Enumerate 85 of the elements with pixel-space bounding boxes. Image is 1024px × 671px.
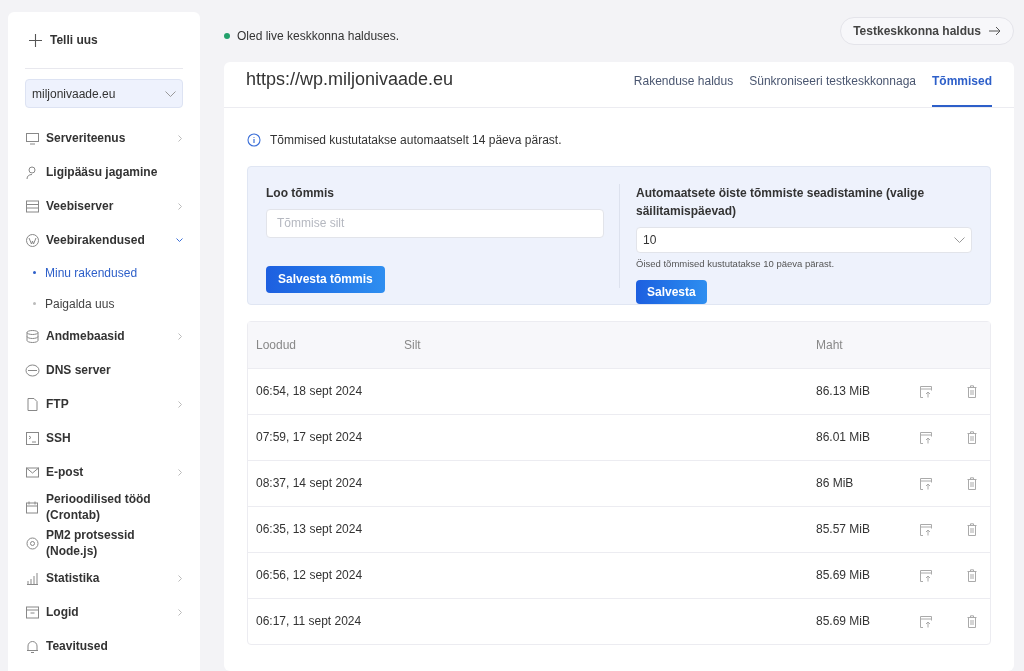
table-cell: 86.01 MiB: [816, 430, 871, 445]
server-icon: [25, 198, 40, 214]
info-text: Tõmmised kustutatakse automaatselt 14 päeva pärast.: [270, 131, 562, 149]
restore-icon[interactable]: [919, 384, 933, 398]
trash-icon[interactable]: [967, 522, 977, 536]
sidebar-item[interactable]: PM2 protsessid (Node.js): [25, 525, 183, 561]
sidebar-item[interactable]: Statistika: [25, 561, 183, 595]
order-button[interactable]: Telli uus: [25, 28, 102, 52]
chevron-right-icon: [178, 332, 183, 340]
label-input-field[interactable]: Tõmmise silt: [266, 208, 604, 238]
table-cell: 08:37, 14 sept 2024: [256, 476, 363, 491]
monitor-icon: [25, 130, 40, 146]
trash-icon[interactable]: [967, 384, 977, 398]
chevron-right-icon: [178, 608, 183, 616]
chevron-right-icon: [178, 574, 183, 582]
app-url-title: https://wp.miljonivaade.eu: [246, 67, 454, 91]
plus-icon: [29, 33, 42, 47]
table-cell: 06:56, 12 sept 2024: [256, 568, 363, 583]
sidebar-item[interactable]: FTP: [25, 387, 183, 421]
chevron-right-icon: [178, 202, 183, 210]
table-cell: 07:59, 17 sept 2024: [256, 430, 363, 445]
bullet-icon: [33, 271, 36, 274]
bell-icon: [25, 638, 40, 654]
table-cell: 85.69 MiB: [816, 614, 871, 629]
table-cell: 86 MiB: [816, 476, 854, 491]
save-backup-button[interactable]: Salvesta tõmmis: [266, 265, 385, 293]
file-icon: [25, 396, 40, 412]
chevron-right-icon: [178, 468, 183, 476]
sidebar-item[interactable]: Ligipääsu jagamine: [25, 155, 183, 189]
chevron-down-icon: [954, 236, 965, 243]
bar-chart-icon: [25, 570, 40, 586]
form-label: Loo tõmmis: [266, 184, 335, 202]
sidebar-item[interactable]: Teavitused: [25, 629, 183, 663]
envelope-icon: [25, 464, 40, 480]
terminal-icon: [25, 430, 40, 446]
sidebar-item[interactable]: E-post: [25, 455, 183, 489]
chevron-right-icon: [178, 134, 183, 142]
sidebar-item[interactable]: Andmebaasid: [25, 319, 183, 353]
sidebar-item[interactable]: Perioodilised tööd (Crontab): [25, 489, 183, 525]
submenu-item[interactable]: Paigalda uus: [45, 294, 115, 313]
trash-icon[interactable]: [967, 614, 977, 628]
table-cell: 86.13 MiB: [816, 384, 871, 399]
column-header: Maht: [816, 337, 843, 352]
trash-icon[interactable]: [967, 476, 977, 490]
sidebar-item[interactable]: Veebiserver: [25, 189, 183, 223]
database-icon: [25, 328, 40, 344]
column-header: Loodud: [256, 337, 297, 352]
restore-icon[interactable]: [919, 430, 933, 444]
table-cell: 06:35, 13 sept 2024: [256, 522, 363, 537]
column-header: Silt: [404, 337, 421, 352]
restore-icon[interactable]: [919, 476, 933, 490]
wordpress-icon: [25, 232, 40, 248]
arrow-right-icon: [989, 25, 1001, 36]
retention-days-select[interactable]: 10: [636, 226, 972, 253]
restore-icon[interactable]: [919, 522, 933, 536]
sidebar-item[interactable]: Veebirakendused: [25, 223, 183, 257]
table-cell: 06:17, 11 sept 2024: [256, 614, 362, 629]
form-label: Automaatsete öiste tõmmiste seadistamine (valige säilitamispäevad): [636, 184, 926, 220]
archive-icon: [25, 604, 40, 620]
status-text: Oled live keskkonna halduses.: [237, 27, 400, 45]
info-icon: [247, 132, 261, 147]
hint-text: Öised tõmmised kustutatakse 10 päeva pärast.: [636, 256, 836, 271]
tab[interactable]: Rakenduse haldus: [633, 71, 734, 107]
domain-select[interactable]: miljonivaade.eu: [25, 79, 183, 108]
tab[interactable]: Tõmmised: [932, 71, 992, 107]
tab[interactable]: Sünkroniseeri testkeskkonnaga: [749, 71, 916, 107]
restore-icon[interactable]: [919, 614, 933, 628]
calendar-icon: [25, 499, 40, 515]
chevron-right-icon: [178, 400, 183, 408]
chevron-down-icon: [165, 90, 176, 97]
submenu-item[interactable]: Minu rakendused: [45, 263, 138, 282]
test-environment-button[interactable]: Testkeskkonna haldus: [840, 16, 1014, 45]
trash-icon[interactable]: [967, 568, 977, 582]
table-cell: 85.69 MiB: [816, 568, 871, 583]
sidebar-item[interactable]: DNS server: [25, 353, 183, 387]
table-cell: 85.57 MiB: [816, 522, 871, 537]
bullet-icon: [33, 302, 36, 305]
sidebar-item[interactable]: SSH: [25, 421, 183, 455]
trash-icon[interactable]: [967, 430, 977, 444]
chevron-down-icon: [176, 237, 183, 243]
sidebar-item[interactable]: Logid: [25, 595, 183, 629]
table-cell: 06:54, 18 sept 2024: [256, 384, 363, 399]
save-button[interactable]: Salvesta: [636, 280, 707, 304]
sidebar-item[interactable]: Serveriteenus: [25, 121, 183, 155]
restore-icon[interactable]: [919, 568, 933, 582]
